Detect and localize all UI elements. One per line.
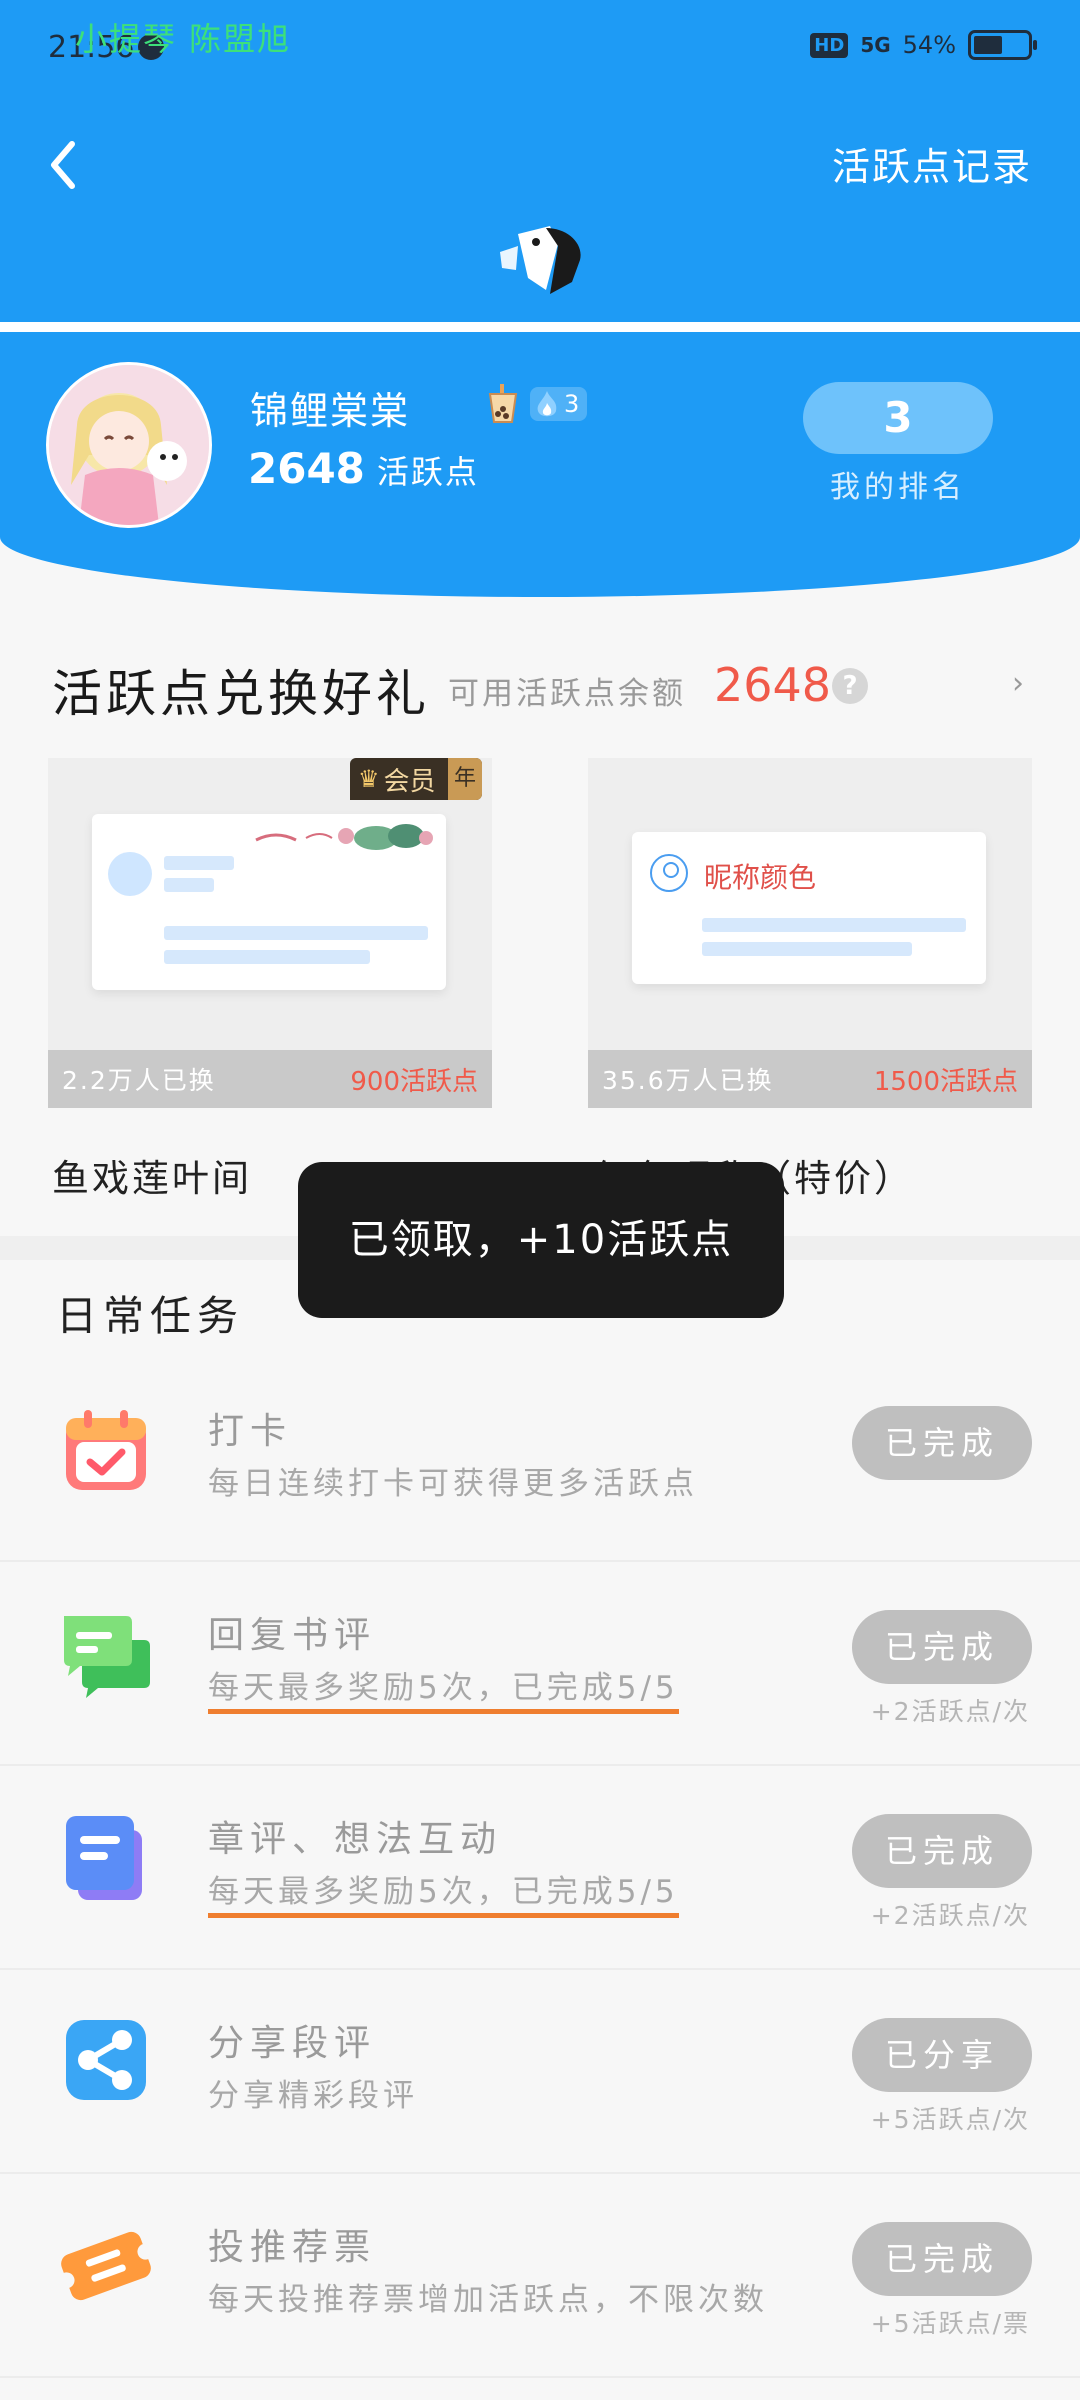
card-footer: 35.6万人已换 1500活跃点 xyxy=(588,1050,1032,1108)
card-price: 1500活跃点 xyxy=(873,1066,1018,1097)
task-description: 每天最多奖励5次，已完成5/5 xyxy=(208,1866,679,1918)
task-title: 投推荐票 xyxy=(208,2227,377,2268)
reward-card-lotus[interactable]: ♛ 会员 年 2.2万人已换 900活跃点 xyxy=(48,758,492,1108)
ticket-icon xyxy=(58,2231,154,2301)
task-title: 分享段评 xyxy=(208,2023,377,2064)
user-points: 2648 活跃点 xyxy=(248,444,479,493)
status-right: HD 5G 54% xyxy=(810,30,1037,60)
calendar-icon xyxy=(66,1410,146,1490)
level-badge: 3 xyxy=(530,387,588,421)
user-icon xyxy=(650,854,688,892)
card-exchange-count: 35.6万人已换 xyxy=(602,1066,774,1095)
task-title: 打卡 xyxy=(208,1411,293,1452)
reward-card-red-nickname[interactable]: 昵称颜色 35.6万人已换 1500活跃点 xyxy=(588,758,1032,1108)
avatar-image xyxy=(49,365,209,525)
flame-icon xyxy=(537,391,557,417)
task-title: 回复书评 xyxy=(208,1615,377,1656)
placeholder-line xyxy=(164,926,428,940)
reward-name-lotus[interactable]: 鱼戏莲叶间 xyxy=(52,1148,252,1202)
task-description: 每天投推荐票增加活跃点，不限次数 xyxy=(208,2282,768,2318)
card-price: 900活跃点 xyxy=(350,1066,478,1097)
task-recommend-vote: 投推荐票 每天投推荐票增加活跃点，不限次数 已完成 +5活跃点/票 xyxy=(0,2174,1080,2378)
my-rank-label: 我的排名 xyxy=(830,470,966,505)
header: 活跃点记录 xyxy=(0,100,1080,322)
vip-tag: ♛ 会员 年 xyxy=(350,758,482,800)
header-divider xyxy=(0,322,1080,332)
task-reward: +5活跃点/票 xyxy=(870,2309,1030,2338)
exchange-title: 活跃点兑换好礼 xyxy=(52,665,430,723)
task-share-comment: 分享段评 分享精彩段评 已分享 +5活跃点/次 xyxy=(0,1970,1080,2174)
task-description: 分享精彩段评 xyxy=(208,2078,418,2114)
signal-icon: 5G xyxy=(860,33,891,57)
task-status-button[interactable]: 已完成 xyxy=(852,1814,1032,1888)
status-bar: 21:56 小提琴 陈盟旭 HD 5G 54% xyxy=(0,0,1080,100)
task-chapter-comment: 章评、想法互动 每天最多奖励5次，已完成5/5 已完成 +2活跃点/次 xyxy=(0,1766,1080,1970)
task-title: 章评、想法互动 xyxy=(208,1819,503,1860)
card-preview: 昵称颜色 xyxy=(632,832,986,984)
toast-message: 已领取，+10活跃点 xyxy=(298,1162,784,1318)
status-overlay-text: 小提琴 陈盟旭 xyxy=(75,20,292,58)
task-description: 每天最多奖励5次，已完成5/5 xyxy=(208,1662,679,1714)
chevron-right-icon[interactable]: › xyxy=(1012,666,1024,701)
crown-icon: ♛ xyxy=(358,765,380,793)
placeholder-line xyxy=(702,942,912,956)
profile-banner: 锦鲤棠棠 3 2648 活跃点 3 我的排名 xyxy=(0,332,1080,597)
task-status-button[interactable]: 已完成 xyxy=(852,1610,1032,1684)
user-name: 锦鲤棠棠 xyxy=(250,389,411,433)
task-status-button[interactable]: 已完成 xyxy=(852,2222,1032,2296)
daily-tasks-title: 日常任务 xyxy=(56,1292,244,1340)
placeholder-avatar xyxy=(108,852,152,896)
document-icon xyxy=(66,1816,142,1900)
user-badges: 3 xyxy=(486,384,588,424)
task-reward: +2活跃点/次 xyxy=(870,1901,1030,1930)
user-points-unit: 活跃点 xyxy=(376,453,479,491)
task-reward: +2活跃点/次 xyxy=(870,1697,1030,1726)
task-reward: +5活跃点/次 xyxy=(870,2105,1030,2134)
vip-label: 会员 xyxy=(383,766,436,797)
placeholder-line xyxy=(164,878,214,892)
placeholder-line xyxy=(164,856,234,870)
user-points-value: 2648 xyxy=(248,444,365,493)
lotus-decoration-icon xyxy=(255,824,433,850)
chevron-left-icon xyxy=(51,141,75,189)
card-footer: 2.2万人已换 900活跃点 xyxy=(48,1050,492,1108)
card-preview xyxy=(92,814,446,990)
exchange-balance-label: 可用活跃点余额 xyxy=(448,676,686,712)
bubble-tea-icon xyxy=(488,384,518,423)
help-icon[interactable]: ? xyxy=(832,668,868,704)
activity-record-link[interactable]: 活跃点记录 xyxy=(832,136,1032,191)
share-icon xyxy=(66,2020,146,2100)
task-status-button[interactable]: 已分享 xyxy=(852,2018,1032,2092)
battery-percent: 54% xyxy=(902,31,956,59)
chat-bubble-icon xyxy=(64,1616,150,1698)
exchange-balance-value: 2648 xyxy=(714,658,832,712)
task-reply-review: 回复书评 每天最多奖励5次，已完成5/5 已完成 +2活跃点/次 xyxy=(0,1562,1080,1766)
my-rank-value[interactable]: 3 xyxy=(803,382,993,454)
back-button[interactable] xyxy=(44,130,104,200)
vip-year-label: 年 xyxy=(447,758,482,800)
level-badge-number: 3 xyxy=(564,390,580,418)
hd-icon: HD xyxy=(810,32,849,58)
placeholder-line xyxy=(164,950,370,964)
task-checkin: 打卡 每日连续打卡可获得更多活跃点 已完成 xyxy=(0,1358,1080,1562)
task-description: 每日连续打卡可获得更多活跃点 xyxy=(208,1466,698,1502)
nickname-color-preview: 昵称颜色 xyxy=(704,861,817,894)
placeholder-line xyxy=(702,918,966,932)
task-status-button[interactable]: 已完成 xyxy=(852,1406,1032,1480)
avatar[interactable] xyxy=(46,362,212,528)
mascot-icon xyxy=(500,226,581,294)
card-exchange-count: 2.2万人已换 xyxy=(62,1066,216,1095)
battery-icon xyxy=(968,30,1037,60)
